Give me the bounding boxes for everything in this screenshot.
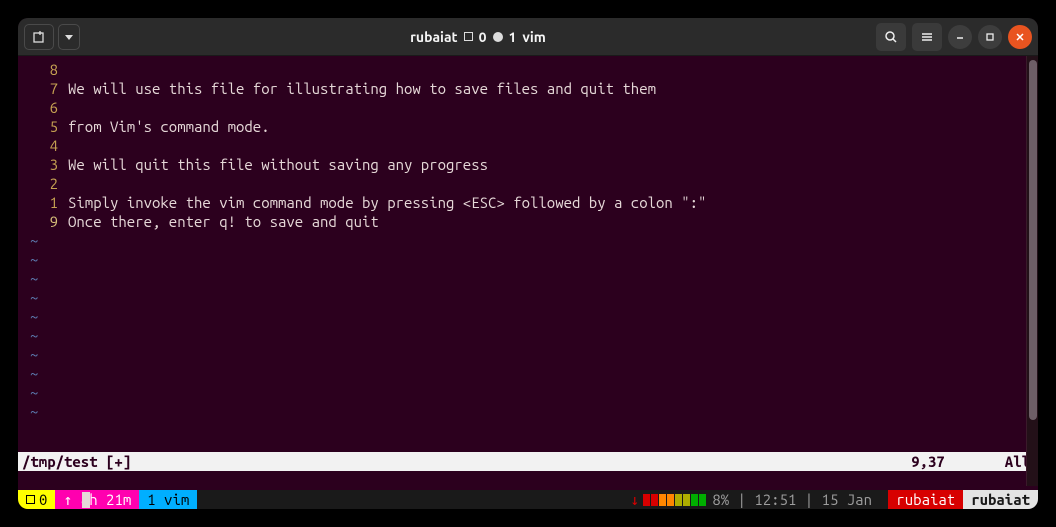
sep: | [796,490,821,509]
line-number: 9 [24,212,68,231]
line-number: 3 [24,155,68,174]
vim-statusline: /tmp/test [+] 9,37 All [18,452,1038,471]
editor-line: 2 [24,174,1032,193]
empty-line: .~ [24,307,1032,326]
empty-line: .~ [24,383,1032,402]
title-pane-index: 1 [509,29,517,45]
minimize-icon [955,32,965,42]
tilde-icon: ~ [30,384,38,401]
title-window-index: 0 [479,29,487,45]
tmux-uptime: ↑ 8h 21m [55,490,139,509]
tmux-window-label: 1 vim [147,490,189,509]
editor-area[interactable]: 87We will use this file for illustrating… [18,56,1038,452]
battery-percent: 8% [712,490,729,509]
tilde-icon: ~ [30,289,38,306]
scrollbar[interactable] [1026,56,1038,486]
terminal-window: rubaiat 0 1 vim 87We will use [18,18,1038,509]
tmux-right: ↓ 8% | 12:51 | 15 Jan [622,490,888,509]
search-icon [884,30,898,44]
cmd-cursor [82,492,90,508]
line-number: 4 [24,136,68,155]
tilde-icon: ~ [30,232,38,249]
close-button[interactable] [1008,25,1032,49]
battery-icon [643,494,706,506]
line-number: 2 [24,174,68,193]
tmux-statusbar: 0 ↑ 8h 21m 1 vim ↓ 8% | 12:51 | 15 Jan r… [18,490,1038,509]
line-text: Once there, enter q! to save and quit [68,212,1032,231]
tilde-icon: ~ [30,365,38,382]
clock-time: 12:51 [754,490,796,509]
line-number: 5 [24,117,68,136]
line-text: We will use this file for illustrating h… [68,79,1032,98]
tilde-icon: ~ [30,251,38,268]
tilde-icon: ~ [30,346,38,363]
tmux-session-id: 0 [39,490,47,509]
maximize-icon [985,32,995,42]
editor-line: 1Simply invoke the vim command mode by p… [24,193,1032,212]
window-glyph-icon [464,32,473,41]
clock-date: 15 Jan [822,490,872,509]
empty-line: .~ [24,250,1032,269]
menu-button[interactable] [912,23,942,51]
editor-line: 9Once there, enter q! to save and quit [24,212,1032,231]
title-user: rubaiat [410,29,457,45]
empty-line: .~ [24,364,1032,383]
close-icon [1015,32,1025,42]
status-filename: /tmp/test [+] [22,452,911,471]
tmux-session[interactable]: 0 [18,490,55,509]
editor-line: 4 [24,136,1032,155]
up-arrow-icon: ↑ [63,490,80,509]
editor-line: 8 [24,60,1032,79]
search-button[interactable] [876,23,906,51]
maximize-button[interactable] [978,25,1002,49]
pane-glyph-icon [493,32,503,42]
line-number: 8 [24,60,68,79]
hostname-left: rubaiat [896,490,955,509]
line-text: Simply invoke the vim command mode by pr… [68,193,1032,212]
empty-line: .~ [24,402,1032,421]
tmux-host-white: rubaiat [963,490,1038,509]
status-cursor-pos: 9,37 [911,452,1005,471]
empty-line: .~ [24,231,1032,250]
line-text [68,136,1032,155]
editor-line: 5from Vim's command mode. [24,117,1032,136]
box-icon [26,495,35,504]
line-number: 7 [24,79,68,98]
line-text [68,174,1032,193]
sep: | [729,490,754,509]
editor-line: 3We will quit this file without saving a… [24,155,1032,174]
empty-line: .~ [24,269,1032,288]
titlebar: rubaiat 0 1 vim [18,18,1038,56]
line-text: We will quit this file without saving an… [68,155,1032,174]
tmux-host-red: rubaiat [888,490,963,509]
editor-line: 7We will use this file for illustrating … [24,79,1032,98]
down-arrow-icon: ↓ [630,490,643,509]
empty-line: .~ [24,345,1032,364]
line-number: 1 [24,193,68,212]
tmux-window[interactable]: 1 vim [139,490,197,509]
hamburger-icon [920,30,934,44]
editor-line: 6 [24,98,1032,117]
tab-list-dropdown[interactable] [58,24,80,50]
vim-cmdline[interactable]: :q! [18,471,1038,490]
line-number: 6 [24,98,68,117]
tilde-icon: ~ [30,308,38,325]
minimize-button[interactable] [948,25,972,49]
window-title: rubaiat 0 1 vim [80,29,876,45]
line-text [68,98,1032,117]
empty-line: .~ [24,288,1032,307]
new-tab-button[interactable] [24,24,54,50]
line-text: from Vim's command mode. [68,117,1032,136]
tilde-icon: ~ [30,327,38,344]
tilde-icon: ~ [30,403,38,420]
hostname-right: rubaiat [971,490,1030,509]
scrollbar-thumb[interactable] [1029,60,1037,420]
line-text [68,60,1032,79]
empty-line: .~ [24,326,1032,345]
title-app: vim [522,29,545,45]
tilde-icon: ~ [30,270,38,287]
